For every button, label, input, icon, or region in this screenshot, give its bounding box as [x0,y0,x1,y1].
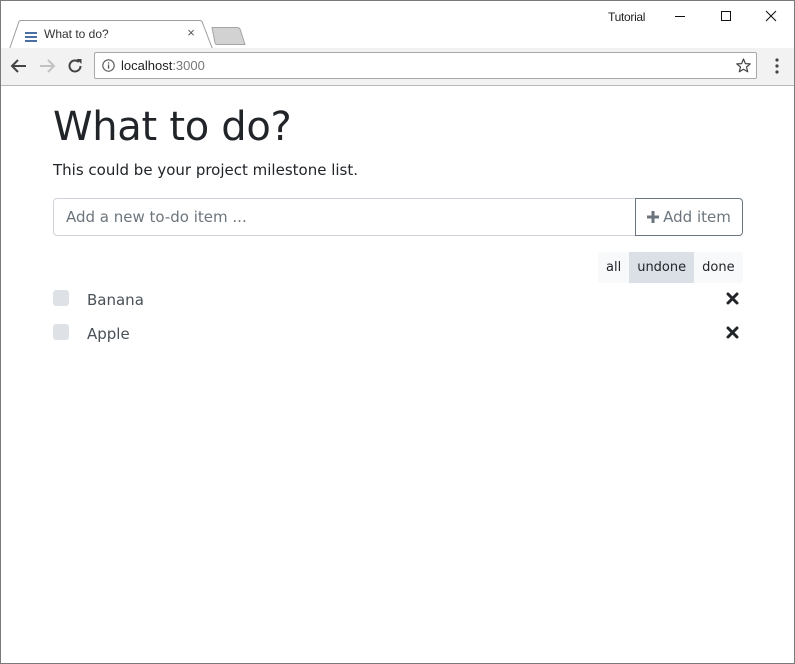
kebab-menu-icon [775,58,779,74]
todo-item: Apple [53,322,743,356]
maximize-button[interactable] [703,1,749,31]
arrow-left-icon [10,59,26,73]
minimize-button[interactable] [657,1,703,31]
tab-title: What to do? [44,27,109,41]
filter-undone-button[interactable]: undone [629,252,695,283]
page-title: What to do? [53,104,292,150]
delete-x-icon[interactable] [726,292,739,305]
add-item-button[interactable]: Add item [635,198,743,236]
browser-toolbar: localhost:3000 [1,48,794,86]
todo-text: Banana [87,291,144,309]
close-icon [765,10,777,22]
filter-button-group: all undone done [598,252,743,283]
title-bar: What to do? × Tutorial [1,1,794,49]
profile-name[interactable]: Tutorial [608,10,645,24]
tab-shape [9,20,213,49]
filter-all-button[interactable]: all [598,252,630,283]
forward-button[interactable] [37,56,57,76]
page-content: What to do? This could be your project m… [1,86,794,663]
maximize-icon [721,11,731,21]
reload-icon [68,59,82,73]
plus-icon [647,211,660,223]
add-item-form: Add item [53,198,743,236]
minimize-icon [675,16,685,17]
star-icon[interactable] [736,58,751,73]
todo-checkbox[interactable] [53,290,69,306]
info-icon[interactable] [102,59,115,72]
browser-menu-button[interactable] [769,57,785,75]
delete-x-icon[interactable] [726,326,739,339]
hamburger-icon [25,29,37,42]
back-button[interactable] [9,56,29,76]
todo-list: Banana Apple [53,288,743,356]
url-port: :3000 [172,58,205,73]
new-item-input[interactable] [53,198,636,236]
url-host: localhost [121,58,173,73]
browser-window: What to do? × Tutorial localhost:3000 Wh… [0,0,795,664]
todo-text: Apple [87,325,130,343]
new-tab-button[interactable] [209,27,247,45]
page-subtitle: This could be your project milestone lis… [53,161,359,179]
todo-item: Banana [53,288,743,322]
arrow-right-icon [40,59,56,73]
reload-button[interactable] [65,56,85,76]
tab-close-icon[interactable]: × [185,26,197,40]
todo-checkbox[interactable] [53,324,69,340]
close-window-button[interactable] [748,1,794,31]
filter-done-button[interactable]: done [694,252,743,283]
add-item-label: Add item [663,208,731,226]
address-bar[interactable]: localhost:3000 [94,52,757,79]
url-text: localhost:3000 [121,58,205,73]
browser-tab[interactable]: What to do? × [9,20,213,49]
